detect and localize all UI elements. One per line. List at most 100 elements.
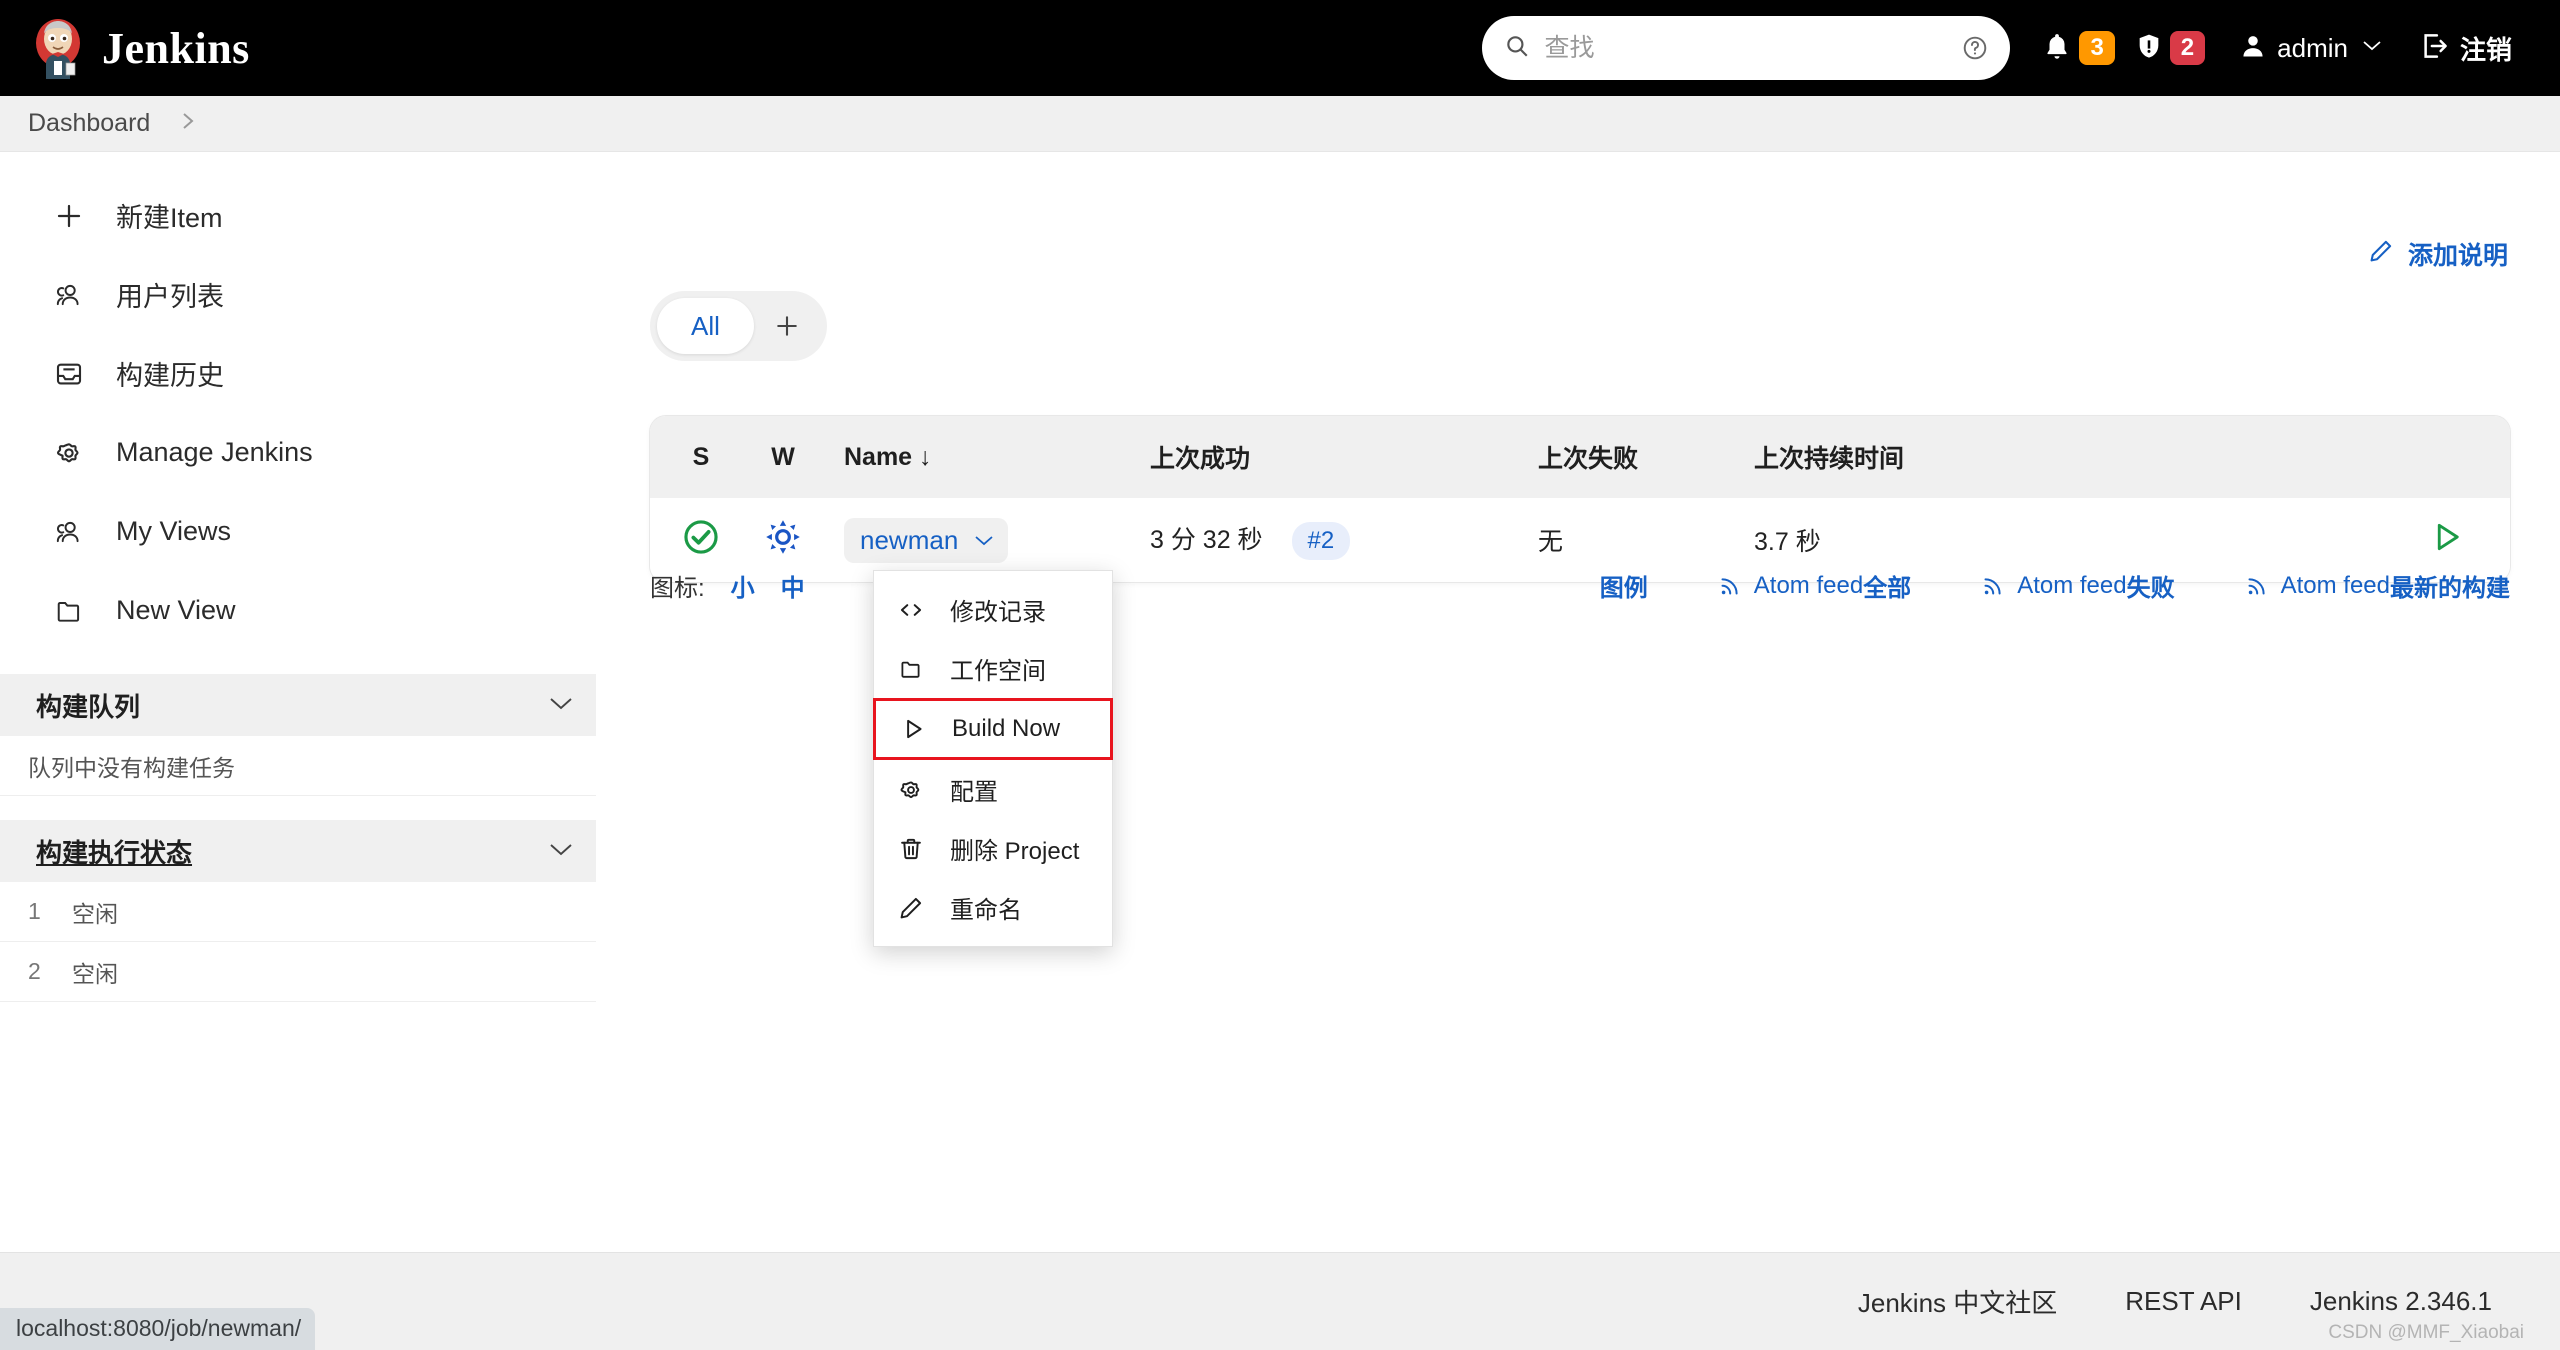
atom-feed-all-link[interactable]: Atom feed 全部 — [1718, 568, 1911, 603]
column-header-status[interactable]: S — [650, 443, 752, 472]
play-icon — [900, 716, 934, 742]
build-queue-header[interactable]: 构建队列 — [0, 674, 596, 736]
executor-status-title: 构建执行状态 — [36, 837, 193, 868]
icon-size-medium[interactable]: 中 — [781, 568, 805, 603]
atom-feed-failed-link[interactable]: Atom feed 失败 — [1981, 568, 2175, 603]
add-view-button[interactable] — [754, 298, 820, 354]
column-header-last-success[interactable]: 上次成功 — [1150, 439, 1538, 475]
icon-size-small[interactable]: 小 — [731, 568, 755, 603]
context-menu-item-workspace[interactable]: 工作空间 — [874, 639, 1112, 698]
atom-feed-prefix: Atom feed — [1753, 571, 1864, 599]
context-menu-item-label: Build Now — [952, 715, 1061, 742]
logout-label: 注销 — [2459, 34, 2512, 65]
status-success-icon[interactable] — [682, 519, 720, 562]
executor-number: 1 — [28, 898, 41, 924]
chevron-down-icon — [2362, 39, 2382, 57]
sidebar-item-label: 新建Item — [116, 203, 223, 233]
search-icon — [1504, 33, 1530, 64]
brand-title: Jenkins — [102, 23, 250, 73]
atom-feed-latest-link[interactable]: Atom feed 最新的构建 — [2245, 568, 2510, 603]
build-now-play-icon[interactable] — [2428, 519, 2464, 562]
footer-link-rest-api[interactable]: REST API — [2125, 1286, 2242, 1317]
error-count-badge: 2 — [2169, 31, 2206, 65]
footer-link-community[interactable]: Jenkins 中文社区 — [1858, 1283, 2057, 1320]
search-box[interactable] — [1482, 16, 2011, 80]
sidebar: 新建Item 用户列表 构建历史 Manage Jenkins My Views… — [0, 152, 596, 1002]
column-header-last-failure[interactable]: 上次失败 — [1538, 439, 1754, 475]
job-last-duration-cell: 3.7 秒 — [1754, 528, 1821, 556]
sidebar-item-label: 用户列表 — [116, 282, 224, 312]
atom-feed-suffix: 失败 — [2126, 575, 2175, 602]
last-success-time: 3 分 32 秒 — [1150, 526, 1263, 554]
breadcrumb-item-dashboard[interactable]: Dashboard — [28, 109, 150, 138]
legend-link[interactable]: 图例 — [1600, 568, 1648, 603]
atom-feed-suffix: 全部 — [1863, 575, 1912, 602]
shield-alert-icon — [2135, 30, 2163, 67]
add-description-link[interactable]: 添加说明 — [2368, 236, 2508, 272]
weather-sunny-icon[interactable] — [764, 519, 802, 562]
sidebar-item-my-views[interactable]: My Views — [0, 492, 596, 571]
notification-count-badge: 3 — [2079, 31, 2115, 65]
sidebar-item-manage-jenkins[interactable]: Manage Jenkins — [0, 413, 596, 492]
user-name-label: admin — [2277, 32, 2348, 63]
folder-icon — [48, 597, 90, 625]
sidebar-item-users[interactable]: 用户列表 — [0, 255, 596, 334]
context-menu-item-label: 配置 — [950, 779, 998, 806]
user-menu-button[interactable]: admin — [2229, 0, 2392, 96]
jenkins-logo-link[interactable]: Jenkins — [30, 17, 250, 79]
job-name-menu-button[interactable]: newman — [844, 517, 1009, 563]
executor-row[interactable]: 2 空闲 — [0, 942, 596, 1002]
last-success-build-badge[interactable]: #2 — [1291, 522, 1351, 560]
column-header-last-duration[interactable]: 上次持续时间 — [1754, 439, 2054, 475]
job-last-failure-cell: 无 — [1538, 528, 1564, 556]
gear-icon — [898, 777, 932, 803]
context-menu-item-delete-project[interactable]: 删除 Project — [874, 819, 1112, 878]
logout-icon — [2420, 31, 2450, 66]
sidebar-item-new-view[interactable]: New View — [0, 571, 596, 650]
job-name-link[interactable]: newman — [860, 525, 958, 556]
bell-icon — [2042, 30, 2072, 67]
column-header-name[interactable]: Name ↓ — [814, 443, 1150, 472]
sidebar-item-label: 构建历史 — [116, 361, 224, 391]
sidebar-item-new-item[interactable]: 新建Item — [0, 176, 596, 255]
executor-status-header[interactable]: 构建执行状态 — [0, 820, 596, 882]
atom-feed-prefix: Atom feed — [2280, 571, 2390, 599]
plus-icon — [777, 316, 797, 336]
notifications-button[interactable]: 3 — [2032, 0, 2124, 96]
executor-number: 2 — [28, 958, 41, 984]
people-icon — [48, 281, 90, 309]
breadcrumb: Dashboard — [0, 96, 2560, 152]
context-menu-item-build-now[interactable]: Build Now — [873, 698, 1113, 760]
column-header-weather[interactable]: W — [752, 443, 814, 472]
chevron-down-icon — [548, 695, 574, 716]
atom-feed-prefix: Atom feed — [2017, 571, 2127, 599]
context-menu-item-label: 修改记录 — [950, 599, 1046, 626]
context-menu-item-label: 删除 Project — [950, 838, 1080, 865]
inbox-icon — [48, 359, 90, 389]
job-last-success-cell: 3 分 32 秒 #2 — [1150, 520, 1538, 560]
person-icon — [2239, 31, 2267, 66]
search-input[interactable] — [1544, 33, 1945, 63]
help-icon[interactable] — [1962, 35, 1988, 66]
executor-row[interactable]: 1 空闲 — [0, 882, 596, 942]
context-menu-item-label: 重命名 — [950, 897, 1022, 924]
context-menu-item-rename[interactable]: 重命名 — [874, 878, 1112, 937]
rss-icon — [1981, 574, 2005, 598]
chevron-down-icon — [548, 841, 574, 862]
icon-size-label: 图标: — [650, 575, 705, 602]
pencil-icon — [898, 895, 932, 921]
executor-state: 空闲 — [72, 900, 118, 927]
job-weather-icon-cell — [752, 518, 814, 563]
logout-button[interactable]: 注销 — [2410, 0, 2522, 96]
executor-state: 空闲 — [72, 960, 118, 987]
tab-all[interactable]: All — [657, 298, 754, 354]
watermark-label: CSDN @MMF_Xiaobai — [2328, 1322, 2524, 1343]
sidebar-item-build-history[interactable]: 构建历史 — [0, 334, 596, 413]
app-footer: Jenkins 中文社区 REST API Jenkins 2.346.1 CS… — [0, 1252, 2560, 1350]
jenkins-butler-logo-icon — [30, 17, 86, 79]
context-menu-item-label: 工作空间 — [950, 658, 1046, 685]
context-menu-item-changes[interactable]: 修改记录 — [874, 580, 1112, 639]
errors-button[interactable]: 2 — [2125, 0, 2215, 96]
chevron-down-icon — [974, 534, 994, 547]
context-menu-item-configure[interactable]: 配置 — [874, 760, 1112, 819]
